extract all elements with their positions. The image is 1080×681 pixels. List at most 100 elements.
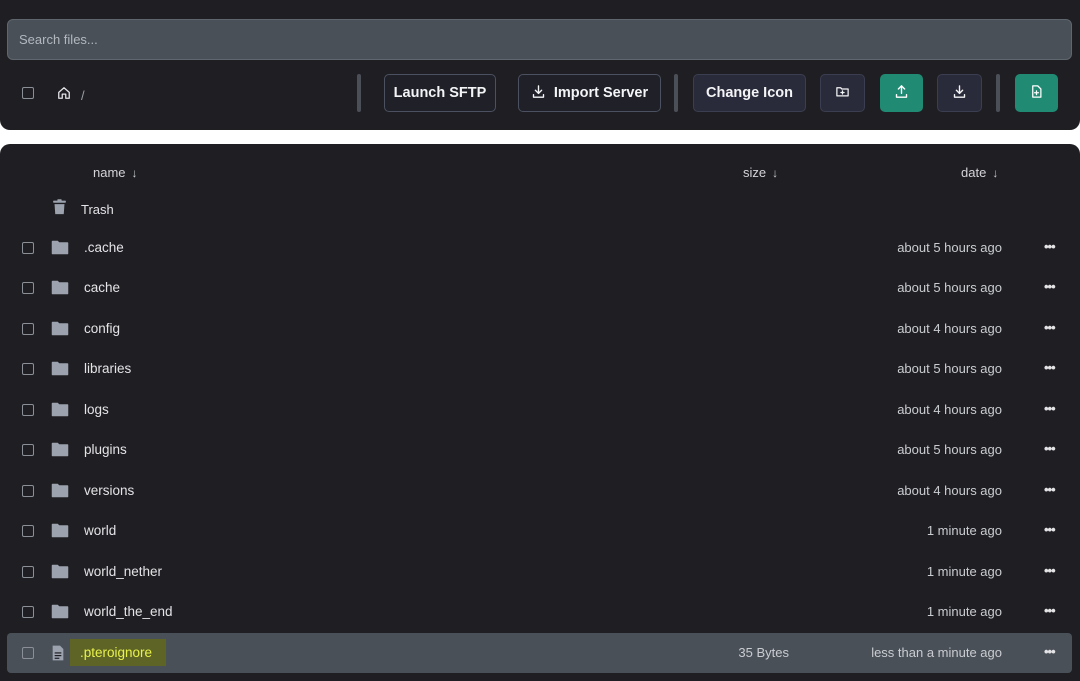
home-icon[interactable]: [57, 86, 71, 105]
change-icon-button[interactable]: Change Icon: [693, 74, 806, 112]
change-icon-label: Change Icon: [705, 85, 793, 101]
launch-sftp-label: Launch SFTP: [393, 85, 487, 101]
import-server-label: Import Server: [553, 85, 649, 101]
row-checkbox[interactable]: [22, 323, 34, 335]
search-input[interactable]: [7, 19, 1072, 60]
column-header-name-label: name: [93, 165, 126, 180]
file-icon: [51, 645, 65, 666]
folder-icon: [51, 240, 69, 260]
row-checkbox[interactable]: [22, 525, 34, 537]
row-checkbox[interactable]: [22, 566, 34, 578]
row-date: about 4 hours ago: [897, 321, 1002, 336]
table-row[interactable]: config about 4 hours ago •••: [7, 309, 1072, 349]
row-checkbox[interactable]: [22, 282, 34, 294]
folder-icon: [51, 280, 69, 300]
row-name[interactable]: plugins: [84, 442, 127, 457]
table-row[interactable]: logs about 4 hours ago •••: [7, 390, 1072, 430]
row-name[interactable]: world_nether: [84, 564, 162, 579]
table-row[interactable]: world_nether 1 minute ago •••: [7, 552, 1072, 592]
column-header-date-label: date: [961, 165, 987, 180]
folder-icon: [51, 523, 69, 543]
table-row[interactable]: .cache about 5 hours ago •••: [7, 228, 1072, 268]
file-plus-icon: [1029, 84, 1044, 103]
breadcrumb-separator: /: [81, 88, 85, 103]
more-options-icon[interactable]: •••: [1044, 482, 1056, 497]
new-file-button[interactable]: [1015, 74, 1058, 112]
row-name[interactable]: .cache: [84, 240, 124, 255]
table-row[interactable]: world 1 minute ago •••: [7, 511, 1072, 551]
row-name[interactable]: versions: [84, 483, 134, 498]
table-row[interactable]: versions about 4 hours ago •••: [7, 471, 1072, 511]
row-name[interactable]: cache: [84, 280, 120, 295]
column-header-date[interactable]: date ↓: [961, 165, 998, 180]
folder-icon: [51, 442, 69, 462]
row-name[interactable]: config: [84, 321, 120, 336]
download-icon: [952, 84, 967, 103]
more-options-icon[interactable]: •••: [1044, 603, 1056, 618]
row-checkbox[interactable]: [22, 363, 34, 375]
new-folder-button[interactable]: [820, 74, 865, 112]
row-date: 1 minute ago: [926, 604, 1002, 619]
row-date: about 5 hours ago: [897, 240, 1002, 255]
sort-arrow-icon: ↓: [992, 165, 999, 180]
more-options-icon[interactable]: •••: [1044, 401, 1056, 416]
row-checkbox[interactable]: [22, 606, 34, 618]
row-date: about 5 hours ago: [897, 280, 1002, 295]
download-icon: [531, 84, 546, 103]
folder-icon: [51, 483, 69, 503]
row-date: about 5 hours ago: [897, 442, 1002, 457]
folder-plus-icon: [835, 84, 850, 103]
more-options-icon[interactable]: •••: [1044, 644, 1056, 659]
folder-icon: [51, 564, 69, 584]
folder-icon: [51, 321, 69, 341]
row-date: about 4 hours ago: [897, 402, 1002, 417]
select-all-checkbox[interactable]: [22, 87, 34, 99]
more-options-icon[interactable]: •••: [1044, 441, 1056, 456]
breadcrumb: /: [57, 86, 85, 105]
trash-icon: [51, 198, 68, 221]
row-date: less than a minute ago: [871, 645, 1002, 660]
more-options-icon[interactable]: •••: [1044, 522, 1056, 537]
row-checkbox[interactable]: [22, 485, 34, 497]
column-header-name[interactable]: name ↓: [93, 165, 138, 180]
toolbar-divider: [674, 74, 678, 112]
sort-arrow-icon: ↓: [131, 165, 138, 180]
more-options-icon[interactable]: •••: [1044, 563, 1056, 578]
more-options-icon[interactable]: •••: [1044, 360, 1056, 375]
more-options-icon[interactable]: •••: [1044, 239, 1056, 254]
row-name[interactable]: .pteroignore: [70, 639, 167, 666]
row-name[interactable]: logs: [84, 402, 109, 417]
table-row[interactable]: cache about 5 hours ago •••: [7, 268, 1072, 308]
upload-button[interactable]: [880, 74, 923, 112]
trash-label: Trash: [81, 202, 114, 217]
row-checkbox[interactable]: [22, 242, 34, 254]
sort-arrow-icon: ↓: [772, 165, 779, 180]
row-date: about 4 hours ago: [897, 483, 1002, 498]
row-name[interactable]: world: [84, 523, 116, 538]
toolbar-panel: / Launch SFTP Import Server Change Icon: [0, 0, 1080, 130]
row-checkbox[interactable]: [22, 444, 34, 456]
download-button[interactable]: [937, 74, 982, 112]
trash-item[interactable]: Trash: [51, 198, 114, 221]
table-row[interactable]: world_the_end 1 minute ago •••: [7, 592, 1072, 632]
toolbar-divider: [357, 74, 361, 112]
column-header-size[interactable]: size ↓: [743, 165, 778, 180]
row-date: 1 minute ago: [926, 564, 1002, 579]
row-date: about 5 hours ago: [897, 361, 1002, 376]
folder-icon: [51, 402, 69, 422]
row-name[interactable]: world_the_end: [84, 604, 173, 619]
more-options-icon[interactable]: •••: [1044, 320, 1056, 335]
row-checkbox[interactable]: [22, 404, 34, 416]
upload-icon: [894, 84, 909, 103]
import-server-button[interactable]: Import Server: [518, 74, 661, 112]
table-row[interactable]: .pteroignore 35 Bytes less than a minute a…: [7, 633, 1072, 673]
column-header-size-label: size: [743, 165, 767, 180]
row-name[interactable]: libraries: [84, 361, 131, 376]
launch-sftp-button[interactable]: Launch SFTP: [384, 74, 496, 112]
folder-icon: [51, 361, 69, 381]
row-size: 35 Bytes: [738, 645, 789, 660]
table-row[interactable]: libraries about 5 hours ago •••: [7, 349, 1072, 389]
more-options-icon[interactable]: •••: [1044, 279, 1056, 294]
table-row[interactable]: plugins about 5 hours ago •••: [7, 430, 1072, 470]
row-checkbox[interactable]: [22, 647, 34, 659]
